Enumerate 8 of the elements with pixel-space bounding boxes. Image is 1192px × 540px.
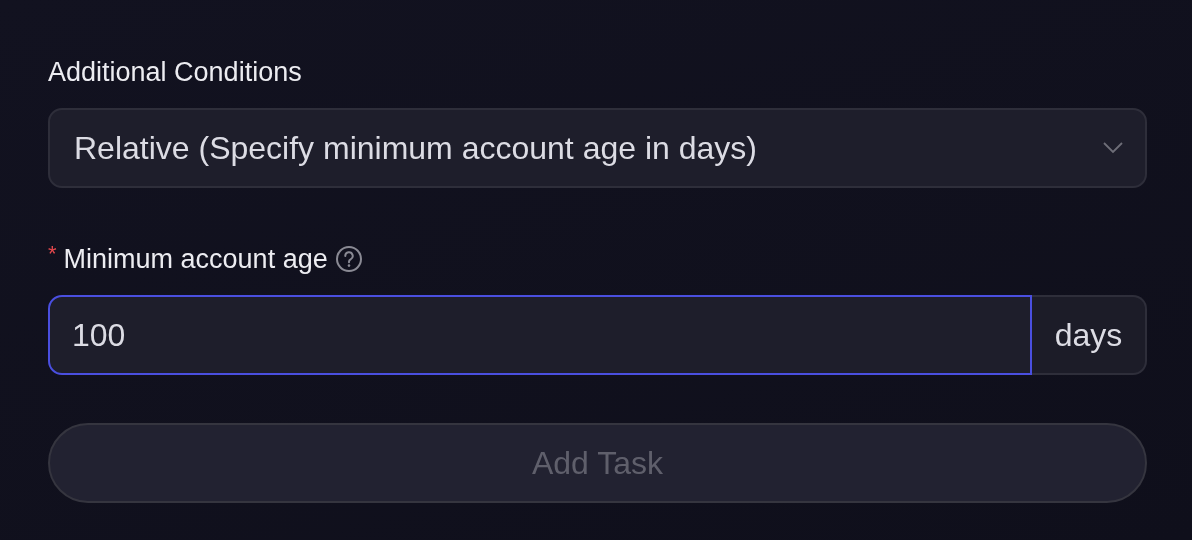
unit-addon: days — [1032, 295, 1147, 375]
chevron-down-icon — [1103, 142, 1123, 154]
field-label: Additional Conditions — [48, 56, 302, 88]
help-icon[interactable] — [334, 245, 363, 273]
required-mark: * — [48, 243, 57, 265]
account-age-input[interactable]: 100 — [48, 295, 1032, 375]
condition-select[interactable]: Relative (Specify minimum account age in days) — [48, 108, 1147, 188]
field-label: Minimum account age — [63, 243, 328, 275]
